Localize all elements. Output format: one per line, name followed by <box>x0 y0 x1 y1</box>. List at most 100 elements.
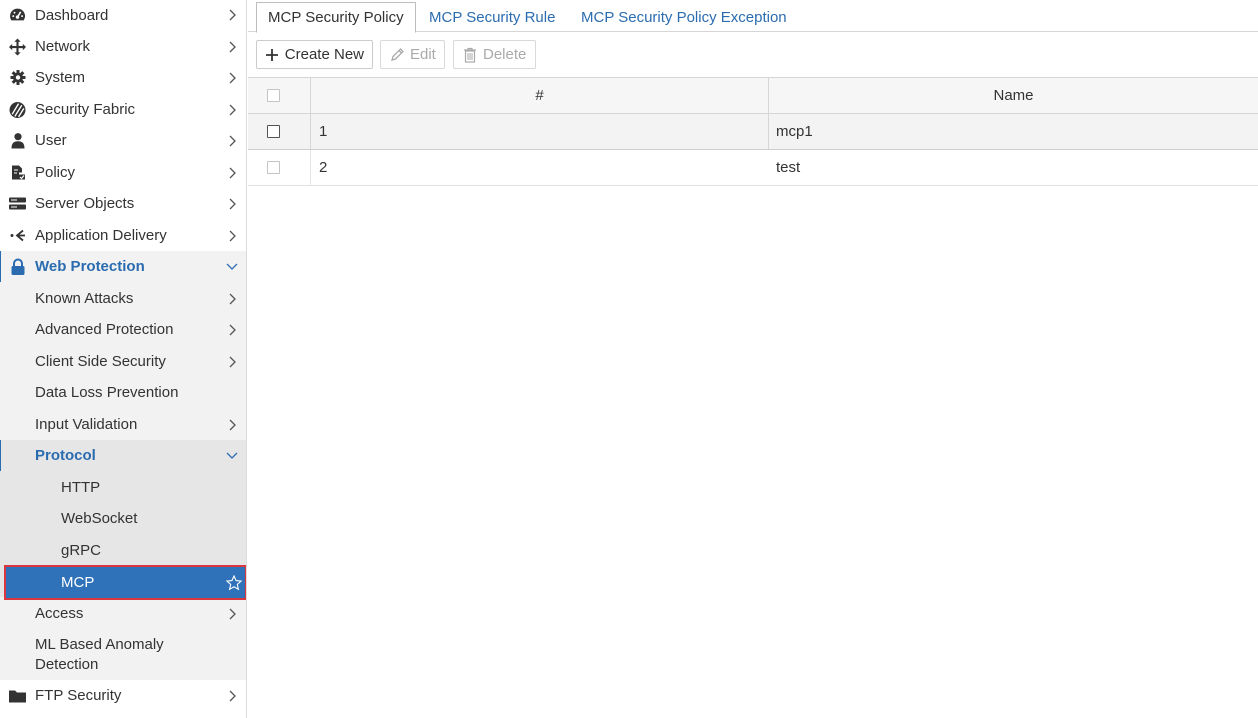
chevron-right-icon <box>226 356 238 368</box>
chevron-right-icon <box>226 104 238 116</box>
sidebar-item-label: HTTP <box>61 479 101 496</box>
sidebar-item-protocol[interactable]: Protocol <box>0 440 246 471</box>
chevron-right-icon <box>226 198 238 210</box>
sidebar-item-ftp-security[interactable]: FTP Security <box>0 680 246 711</box>
plus-icon <box>265 47 280 63</box>
row-name: test <box>776 159 801 176</box>
sidebar-item-label: MCP <box>61 574 95 591</box>
sidebar-item-label: Known Attacks <box>35 290 134 307</box>
sidebar-item-label: Data Loss Prevention <box>35 384 179 401</box>
security-fabric-icon <box>9 101 26 118</box>
delete-button[interactable]: Delete <box>453 40 536 69</box>
row-number: 1 <box>319 123 328 140</box>
tab-mcp-security-rule[interactable]: MCP Security Rule <box>418 2 566 33</box>
chevron-right-icon <box>226 690 238 702</box>
sidebar-item-ml-anomaly-detection[interactable]: ML Based Anomaly Detection <box>0 630 246 680</box>
sidebar-item-policy[interactable]: Policy <box>0 157 246 188</box>
sidebar-item-label: gRPC <box>61 542 102 559</box>
trash-icon <box>462 47 478 63</box>
sidebar-item-mcp[interactable]: MCP <box>4 565 246 600</box>
gear-icon <box>9 69 26 86</box>
sidebar-item-label: Policy <box>35 164 76 181</box>
chevron-right-icon <box>226 608 238 620</box>
tab-mcp-security-policy-exception[interactable]: MCP Security Policy Exception <box>570 2 798 33</box>
sidebar-item-web-protection[interactable]: Web Protection <box>0 251 246 282</box>
chevron-right-icon <box>226 41 238 53</box>
user-icon <box>9 132 26 149</box>
chevron-right-icon <box>226 324 238 336</box>
application-delivery-icon <box>9 227 26 244</box>
chevron-right-icon <box>226 230 238 242</box>
sidebar-item-client-side-security[interactable]: Client Side Security <box>0 346 246 377</box>
chevron-right-icon <box>226 9 238 21</box>
chevron-down-icon <box>226 450 238 462</box>
main-content: MCP Security Policy MCP Security Rule MC… <box>248 0 1258 718</box>
sidebar-item-label: Access <box>35 605 84 622</box>
star-icon[interactable] <box>226 574 242 591</box>
lock-icon <box>9 258 26 275</box>
sidebar-item-label: Server Objects <box>35 195 135 212</box>
tab-label: MCP Security Policy <box>268 9 404 26</box>
sidebar-item-label: FTP Security <box>35 687 122 704</box>
sidebar-item-label: Application Delivery <box>35 227 167 244</box>
sidebar-item-label: Web Protection <box>35 258 145 275</box>
select-all-checkbox[interactable] <box>267 78 280 113</box>
sidebar-item-user[interactable]: User <box>0 125 246 156</box>
chevron-right-icon <box>226 72 238 84</box>
sidebar-item-label: Security Fabric <box>35 101 136 118</box>
sidebar-item-label: Dashboard <box>35 6 109 24</box>
network-icon <box>9 38 26 55</box>
sidebar-item-input-validation[interactable]: Input Validation <box>0 409 246 440</box>
chevron-down-icon <box>226 261 238 273</box>
row-name: mcp1 <box>776 123 813 140</box>
folder-icon <box>9 687 26 704</box>
dashboard-icon <box>9 7 26 24</box>
sidebar-item-system[interactable]: System <box>0 62 246 93</box>
sidebar-item-security-fabric[interactable]: Security Fabric <box>0 94 246 125</box>
sidebar-item-label: Network <box>35 38 91 55</box>
edit-button[interactable]: Edit <box>380 40 445 69</box>
row-checkbox[interactable] <box>267 150 280 185</box>
sidebar-nav: Dashboard Network System Security Fabric… <box>0 0 247 718</box>
table-row[interactable]: 1 mcp1 <box>248 114 1258 150</box>
row-number: 2 <box>319 159 328 176</box>
sidebar-item-websocket[interactable]: WebSocket <box>0 503 246 534</box>
create-new-label: Create New <box>284 46 364 63</box>
policy-icon <box>9 164 26 181</box>
column-header-number[interactable]: # <box>311 78 768 113</box>
server-icon <box>9 195 26 212</box>
table-header: # Name <box>248 77 1258 114</box>
sidebar-item-label: System <box>35 69 86 86</box>
sidebar-item-label: Advanced Protection <box>35 321 174 338</box>
chevron-right-icon <box>226 293 238 305</box>
create-new-button[interactable]: Create New <box>256 40 373 69</box>
sidebar-item-application-delivery[interactable]: Application Delivery <box>0 220 246 251</box>
sidebar-item-grpc[interactable]: gRPC <box>0 535 246 566</box>
sidebar-item-known-attacks[interactable]: Known Attacks <box>0 283 246 314</box>
chevron-right-icon <box>226 167 238 179</box>
sidebar-item-server-objects[interactable]: Server Objects <box>0 188 246 219</box>
column-header-name[interactable]: Name <box>769 78 1258 113</box>
edit-label: Edit <box>410 46 436 63</box>
sidebar-item-label: ML Based Anomaly Detection <box>35 636 164 673</box>
row-checkbox[interactable] <box>267 114 280 149</box>
chevron-right-icon <box>226 135 238 147</box>
tab-bar: MCP Security Policy MCP Security Rule MC… <box>248 0 1258 33</box>
chevron-right-icon <box>226 419 238 431</box>
sidebar-item-access[interactable]: Access <box>0 598 246 629</box>
tab-label: MCP Security Rule <box>429 9 556 26</box>
sidebar-item-advanced-protection[interactable]: Advanced Protection <box>0 314 246 345</box>
tab-mcp-security-policy[interactable]: MCP Security Policy <box>256 2 416 33</box>
sidebar-item-data-loss-prevention[interactable]: Data Loss Prevention <box>0 377 246 408</box>
sidebar-item-label: User <box>35 132 67 149</box>
sidebar-item-label: WebSocket <box>61 510 138 527</box>
sidebar-item-network[interactable]: Network <box>0 31 246 62</box>
tab-label: MCP Security Policy Exception <box>581 9 787 26</box>
sidebar-item-label: Client Side Security <box>35 353 166 370</box>
table-row[interactable]: 2 test <box>248 150 1258 186</box>
sidebar-item-label: Input Validation <box>35 416 138 433</box>
pencil-icon <box>389 47 405 63</box>
delete-label: Delete <box>483 46 527 63</box>
sidebar-item-dashboard[interactable]: Dashboard <box>0 0 246 30</box>
sidebar-item-http[interactable]: HTTP <box>0 472 246 503</box>
